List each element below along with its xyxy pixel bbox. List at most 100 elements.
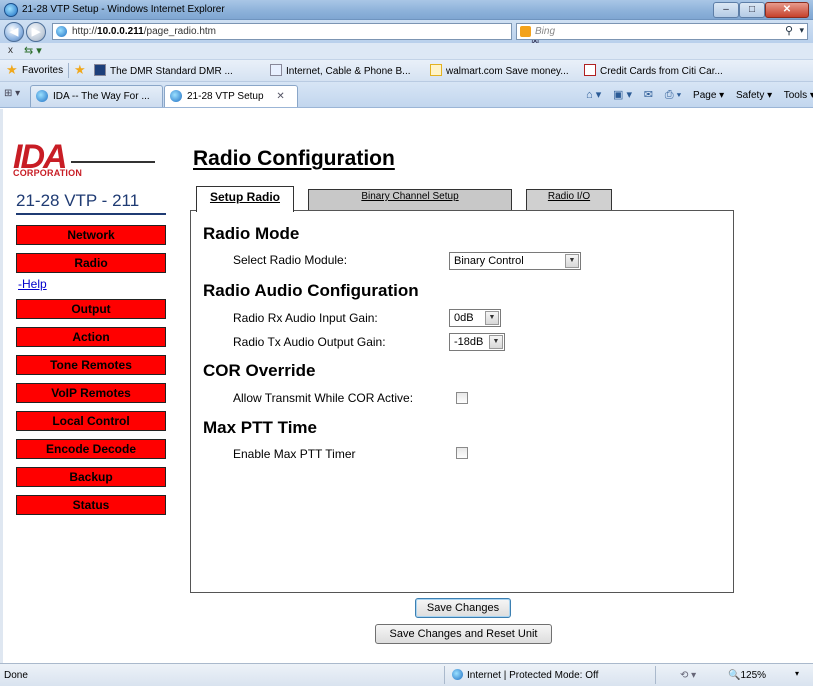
rx-gain-label: Radio Rx Audio Input Gain: — [233, 311, 378, 325]
close-tab-icon[interactable]: ✕ — [276, 91, 284, 102]
nav-local-control[interactable]: Local Control — [16, 411, 166, 431]
convert-icon[interactable]: ⇆ ▾ — [24, 44, 42, 57]
maximize-button[interactable]: □ — [739, 2, 765, 18]
chevron-down-icon[interactable]: ▼ — [565, 254, 579, 268]
favorites-bar: ★ Favorites ★ The DMR Standard DMR ... I… — [0, 60, 813, 82]
divider — [655, 666, 656, 684]
search-dropdown-icon[interactable]: ▾ — [799, 25, 804, 36]
ie-logo-icon — [4, 3, 18, 17]
divider — [444, 666, 445, 684]
browser-tab-vtp[interactable]: 21-28 VTP Setup ✕ — [164, 85, 298, 107]
favorites-button[interactable]: Favorites — [22, 65, 63, 76]
ie-page-icon — [36, 90, 48, 102]
nav-action[interactable]: Action — [16, 327, 166, 347]
close-toolbar-button[interactable]: x — [8, 45, 13, 56]
command-bar: ⌂ ▾ ▣ ▾ ✉ ⎙ ▾ Page ▾ Safety ▾ Tools ▾ ? — [586, 88, 813, 102]
citi-icon — [584, 64, 596, 76]
rx-gain-value: 0dB — [454, 312, 474, 324]
tab-setup-radio[interactable]: Setup Radio — [196, 186, 294, 212]
favorite-link-cable[interactable]: Internet, Cable & Phone B... — [270, 64, 411, 77]
status-bar: Done Internet | Protected Mode: Off ⟲ ▾ … — [0, 663, 813, 686]
browser-tab-label: 21-28 VTP Setup — [187, 91, 264, 102]
section-cor-override: COR Override — [203, 361, 316, 380]
site-icon — [56, 26, 67, 37]
mail-icon[interactable]: ✉ — [644, 89, 653, 101]
radio-module-select[interactable]: Binary Control ▼ — [449, 252, 581, 270]
tx-gain-label: Radio Tx Audio Output Gain: — [233, 335, 386, 349]
nav-voip-remotes[interactable]: VoIP Remotes — [16, 383, 166, 403]
nav-radio[interactable]: Radio — [16, 253, 166, 273]
cable-icon — [270, 64, 282, 76]
refresh-zoom-icon[interactable]: ⟲ ▾ — [680, 670, 696, 681]
save-changes-button[interactable]: Save Changes — [415, 598, 511, 618]
search-icon[interactable]: ⚲ — [785, 24, 793, 37]
forward-button[interactable]: ▶ — [26, 22, 46, 42]
nav-help-link[interactable]: -Help — [18, 277, 47, 291]
toolbar-row: x ⇆ ▾ — [0, 43, 813, 60]
cor-allow-checkbox[interactable] — [456, 392, 468, 404]
unit-name: 21-28 VTP - 211 — [16, 191, 166, 215]
nav-network[interactable]: Network — [16, 225, 166, 245]
zoom-level[interactable]: 🔍125% — [728, 670, 766, 681]
section-max-ptt: Max PTT Time — [203, 418, 317, 437]
divider — [68, 63, 69, 78]
tx-gain-select[interactable]: -18dB ▼ — [449, 333, 505, 351]
favorite-link-walmart[interactable]: walmart.com Save money... — [430, 64, 569, 77]
rx-gain-select[interactable]: 0dB ▼ — [449, 309, 501, 327]
nav-encode-decode[interactable]: Encode Decode — [16, 439, 166, 459]
url-input[interactable]: http://10.0.0.211/page_radio.htm ▾ ⊠ ✦ ✕ — [52, 23, 539, 69]
tools-menu[interactable]: Tools ▾ — [784, 90, 813, 101]
cor-allow-label: Allow Transmit While COR Active: — [233, 391, 414, 405]
nav-tone-remotes[interactable]: Tone Remotes — [16, 355, 166, 375]
nav-backup[interactable]: Backup — [16, 467, 166, 487]
section-radio-mode: Radio Mode — [203, 224, 300, 243]
chevron-down-icon[interactable]: ▼ — [489, 335, 503, 349]
close-window-button[interactable]: ✕ — [765, 2, 809, 18]
address-bar: ◀ ▶ http://10.0.0.211/page_radio.htm ▾ ⊠… — [0, 20, 813, 69]
favorite-link-citi[interactable]: Credit Cards from Citi Car... — [584, 64, 723, 77]
safety-menu[interactable]: Safety ▾ — [736, 90, 772, 101]
favorites-star-icon[interactable]: ★ — [6, 63, 18, 77]
tx-gain-value: -18dB — [454, 336, 484, 348]
page-title: Radio Configuration — [193, 147, 395, 170]
radio-module-label: Select Radio Module: — [233, 253, 348, 267]
ie-page-icon — [170, 90, 182, 102]
feeds-icon[interactable]: ▣ ▾ — [613, 89, 632, 101]
logo-corporation: CORPORATION — [13, 168, 83, 178]
max-ptt-checkbox[interactable] — [456, 447, 468, 459]
save-and-reset-button[interactable]: Save Changes and Reset Unit — [375, 624, 552, 644]
browser-tab-ida[interactable]: IDA -- The Way For ... — [30, 85, 163, 107]
status-text: Done — [4, 670, 28, 681]
home-icon[interactable]: ⌂ ▾ — [586, 89, 601, 101]
add-favorite-icon[interactable]: ★ — [74, 62, 86, 78]
ida-logo: IDA CORPORATION — [13, 138, 163, 180]
quick-tabs-icon[interactable]: ⊞ ▾ — [4, 88, 20, 99]
dmr-icon — [94, 64, 106, 76]
search-placeholder: Bing — [535, 26, 556, 37]
window-title: 21-28 VTP Setup - Windows Internet Explo… — [22, 4, 225, 15]
back-button[interactable]: ◀ — [4, 22, 24, 42]
search-input[interactable]: Bing ⚲ ▾ — [516, 23, 808, 40]
browser-tab-label: IDA -- The Way For ... — [53, 91, 150, 102]
radio-module-value: Binary Control — [454, 255, 524, 267]
nav-status[interactable]: Status — [16, 495, 166, 515]
favorite-link-dmr[interactable]: The DMR Standard DMR ... — [94, 64, 233, 77]
bing-icon — [520, 26, 531, 37]
logo-line — [71, 161, 155, 163]
zoom-dropdown-icon[interactable]: ▾ — [795, 669, 799, 678]
url-text: http://10.0.0.211/page_radio.htm — [72, 26, 217, 37]
section-audio-config: Radio Audio Configuration — [203, 281, 419, 300]
security-zone[interactable]: Internet | Protected Mode: Off — [467, 670, 598, 681]
page-menu[interactable]: Page ▾ — [693, 90, 724, 101]
nav-output[interactable]: Output — [16, 299, 166, 319]
browser-tab-bar: ⊞ ▾ IDA -- The Way For ... 21-28 VTP Set… — [0, 82, 813, 108]
side-nav: Network Radio Output Action Tone Remotes… — [16, 225, 166, 523]
print-icon[interactable]: ⎙ ▾ — [665, 89, 681, 101]
window-titlebar: 21-28 VTP Setup - Windows Internet Explo… — [0, 0, 813, 20]
max-ptt-label: Enable Max PTT Timer — [233, 447, 356, 461]
walmart-icon — [430, 64, 442, 76]
minimize-button[interactable]: – — [713, 2, 739, 18]
chevron-down-icon[interactable]: ▼ — [485, 311, 499, 325]
internet-zone-icon — [452, 669, 463, 680]
left-border — [0, 109, 3, 663]
